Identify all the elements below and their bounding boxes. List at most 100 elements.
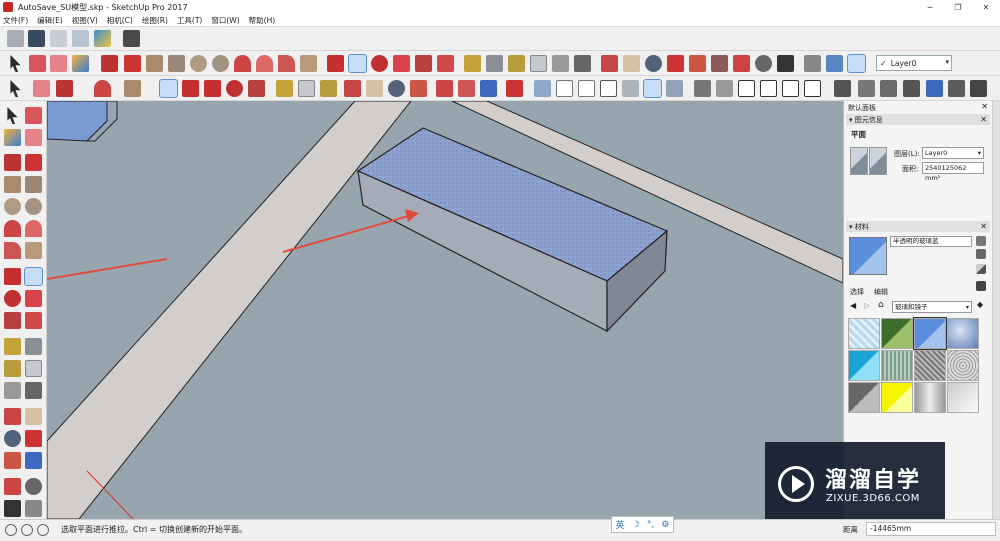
menu-camera[interactable]: 相机(C) <box>107 15 133 26</box>
freehand-icon[interactable] <box>124 55 141 72</box>
3d-text-icon[interactable] <box>25 382 42 399</box>
back-material-swatch[interactable] <box>869 147 887 175</box>
display-secondary-icon[interactable] <box>976 236 986 246</box>
sandbox-icon[interactable] <box>506 80 523 97</box>
rectangle-icon[interactable] <box>146 55 163 72</box>
look-around-icon[interactable] <box>755 55 772 72</box>
explode-icon[interactable] <box>903 80 920 97</box>
zoom-window-icon[interactable] <box>667 55 684 72</box>
menu-tools[interactable]: 工具(T) <box>177 15 202 26</box>
protractor-icon[interactable] <box>508 55 525 72</box>
scale-icon[interactable] <box>415 55 432 72</box>
material-swatch[interactable] <box>914 350 946 381</box>
menu-edit[interactable]: 编辑(E) <box>37 15 63 26</box>
top-view-icon[interactable] <box>716 80 733 97</box>
protractor-icon[interactable] <box>4 360 21 377</box>
xray-style-icon[interactable] <box>534 80 551 97</box>
share-model-icon[interactable] <box>28 30 45 47</box>
outliner-icon[interactable] <box>834 80 851 97</box>
follow-me-icon[interactable] <box>25 290 42 307</box>
offset-icon[interactable] <box>25 312 42 329</box>
zoom-icon[interactable] <box>4 430 21 447</box>
section-cuts-icon[interactable] <box>847 54 866 73</box>
material-swatch[interactable] <box>947 318 979 349</box>
section-plane-icon[interactable] <box>25 500 42 517</box>
scale-icon[interactable] <box>248 80 265 97</box>
menu-view[interactable]: 视图(V) <box>72 15 98 26</box>
tape-measure-icon[interactable] <box>276 80 293 97</box>
arc-icon[interactable] <box>94 80 111 97</box>
create-material-icon[interactable] <box>976 249 986 259</box>
circle-icon[interactable] <box>190 55 207 72</box>
material-swatch[interactable] <box>848 382 880 413</box>
circle-icon[interactable] <box>4 198 21 215</box>
eraser-icon[interactable] <box>50 55 67 72</box>
layer-dropdown[interactable]: ✓ Layer0 ▾ <box>876 55 952 71</box>
orbit-icon[interactable] <box>4 408 21 425</box>
tab-select[interactable]: 选择 <box>850 287 864 297</box>
component-icon[interactable] <box>858 80 875 97</box>
wireframe-style-icon[interactable] <box>578 80 595 97</box>
shaded-textures-style-icon[interactable] <box>643 79 662 98</box>
make-component-icon[interactable] <box>29 55 46 72</box>
back-view-icon[interactable] <box>782 80 799 97</box>
paint-bucket-icon[interactable] <box>72 55 89 72</box>
zoom-extents-icon[interactable] <box>410 80 427 97</box>
credits-status-icon[interactable] <box>21 524 33 536</box>
eyedropper-icon[interactable] <box>976 281 986 291</box>
back-edges-style-icon[interactable] <box>556 80 573 97</box>
select-arrow-icon[interactable] <box>7 107 18 124</box>
dimension-icon[interactable] <box>25 338 42 355</box>
axes-icon[interactable] <box>4 382 21 399</box>
previous-view-icon[interactable] <box>25 452 42 469</box>
line-icon[interactable] <box>56 80 73 97</box>
rotate-icon[interactable] <box>4 290 21 307</box>
front-material-swatch[interactable] <box>850 147 868 175</box>
zoom-extents-icon[interactable] <box>689 55 706 72</box>
shadows-toggle-icon[interactable] <box>123 30 140 47</box>
follow-me-icon[interactable] <box>226 80 243 97</box>
position-camera-icon[interactable] <box>4 478 21 495</box>
group-icon[interactable] <box>880 80 897 97</box>
material-swatch[interactable] <box>881 382 913 413</box>
punctuation-icon[interactable]: °, <box>647 520 654 530</box>
text-label-icon[interactable] <box>298 80 315 97</box>
material-swatch[interactable] <box>947 382 979 413</box>
rectangle-icon[interactable] <box>4 176 21 193</box>
rotated-rectangle-icon[interactable] <box>168 55 185 72</box>
tab-edit[interactable]: 编辑 <box>874 287 888 297</box>
pan-icon[interactable] <box>366 80 383 97</box>
get-models-icon[interactable] <box>7 30 24 47</box>
entity-info-header[interactable]: ▾ 图元信息 ✕ <box>846 114 990 125</box>
tape-measure-icon[interactable] <box>4 338 21 355</box>
monochrome-style-icon[interactable] <box>666 80 683 97</box>
orbit-icon[interactable] <box>601 55 618 72</box>
zoom-icon[interactable] <box>645 55 662 72</box>
rotate-icon[interactable] <box>371 55 388 72</box>
front-view-icon[interactable] <box>738 80 755 97</box>
axes-icon[interactable] <box>552 55 569 72</box>
menu-draw[interactable]: 绘图(R) <box>142 15 168 26</box>
help-status-icon[interactable] <box>37 524 49 536</box>
layers-icon[interactable] <box>926 80 943 97</box>
moon-icon[interactable]: ☽ <box>632 520 640 530</box>
three-point-arc-icon[interactable] <box>4 242 21 259</box>
material-swatch[interactable] <box>914 382 946 413</box>
ime-language-toggle[interactable]: 英 <box>616 518 625 531</box>
polygon-icon[interactable] <box>212 55 229 72</box>
rotate-icon[interactable] <box>204 80 221 97</box>
material-swatch[interactable] <box>881 318 913 349</box>
entity-layer-select[interactable]: Layer0 ▾ <box>922 147 984 159</box>
zoom-window-icon[interactable] <box>25 430 42 447</box>
eraser-icon[interactable] <box>33 80 50 97</box>
material-swatch[interactable] <box>881 350 913 381</box>
zoom-extents-icon[interactable] <box>4 452 21 469</box>
protractor-icon[interactable] <box>320 80 337 97</box>
orbit-icon[interactable] <box>344 80 361 97</box>
extension-warehouse-icon[interactable] <box>72 30 89 47</box>
three-point-arc-icon[interactable] <box>278 55 295 72</box>
display-section-icon[interactable] <box>826 55 843 72</box>
minimize-button[interactable]: ─ <box>916 0 944 14</box>
follow-me-icon[interactable] <box>393 55 410 72</box>
walk-icon[interactable] <box>4 500 21 517</box>
